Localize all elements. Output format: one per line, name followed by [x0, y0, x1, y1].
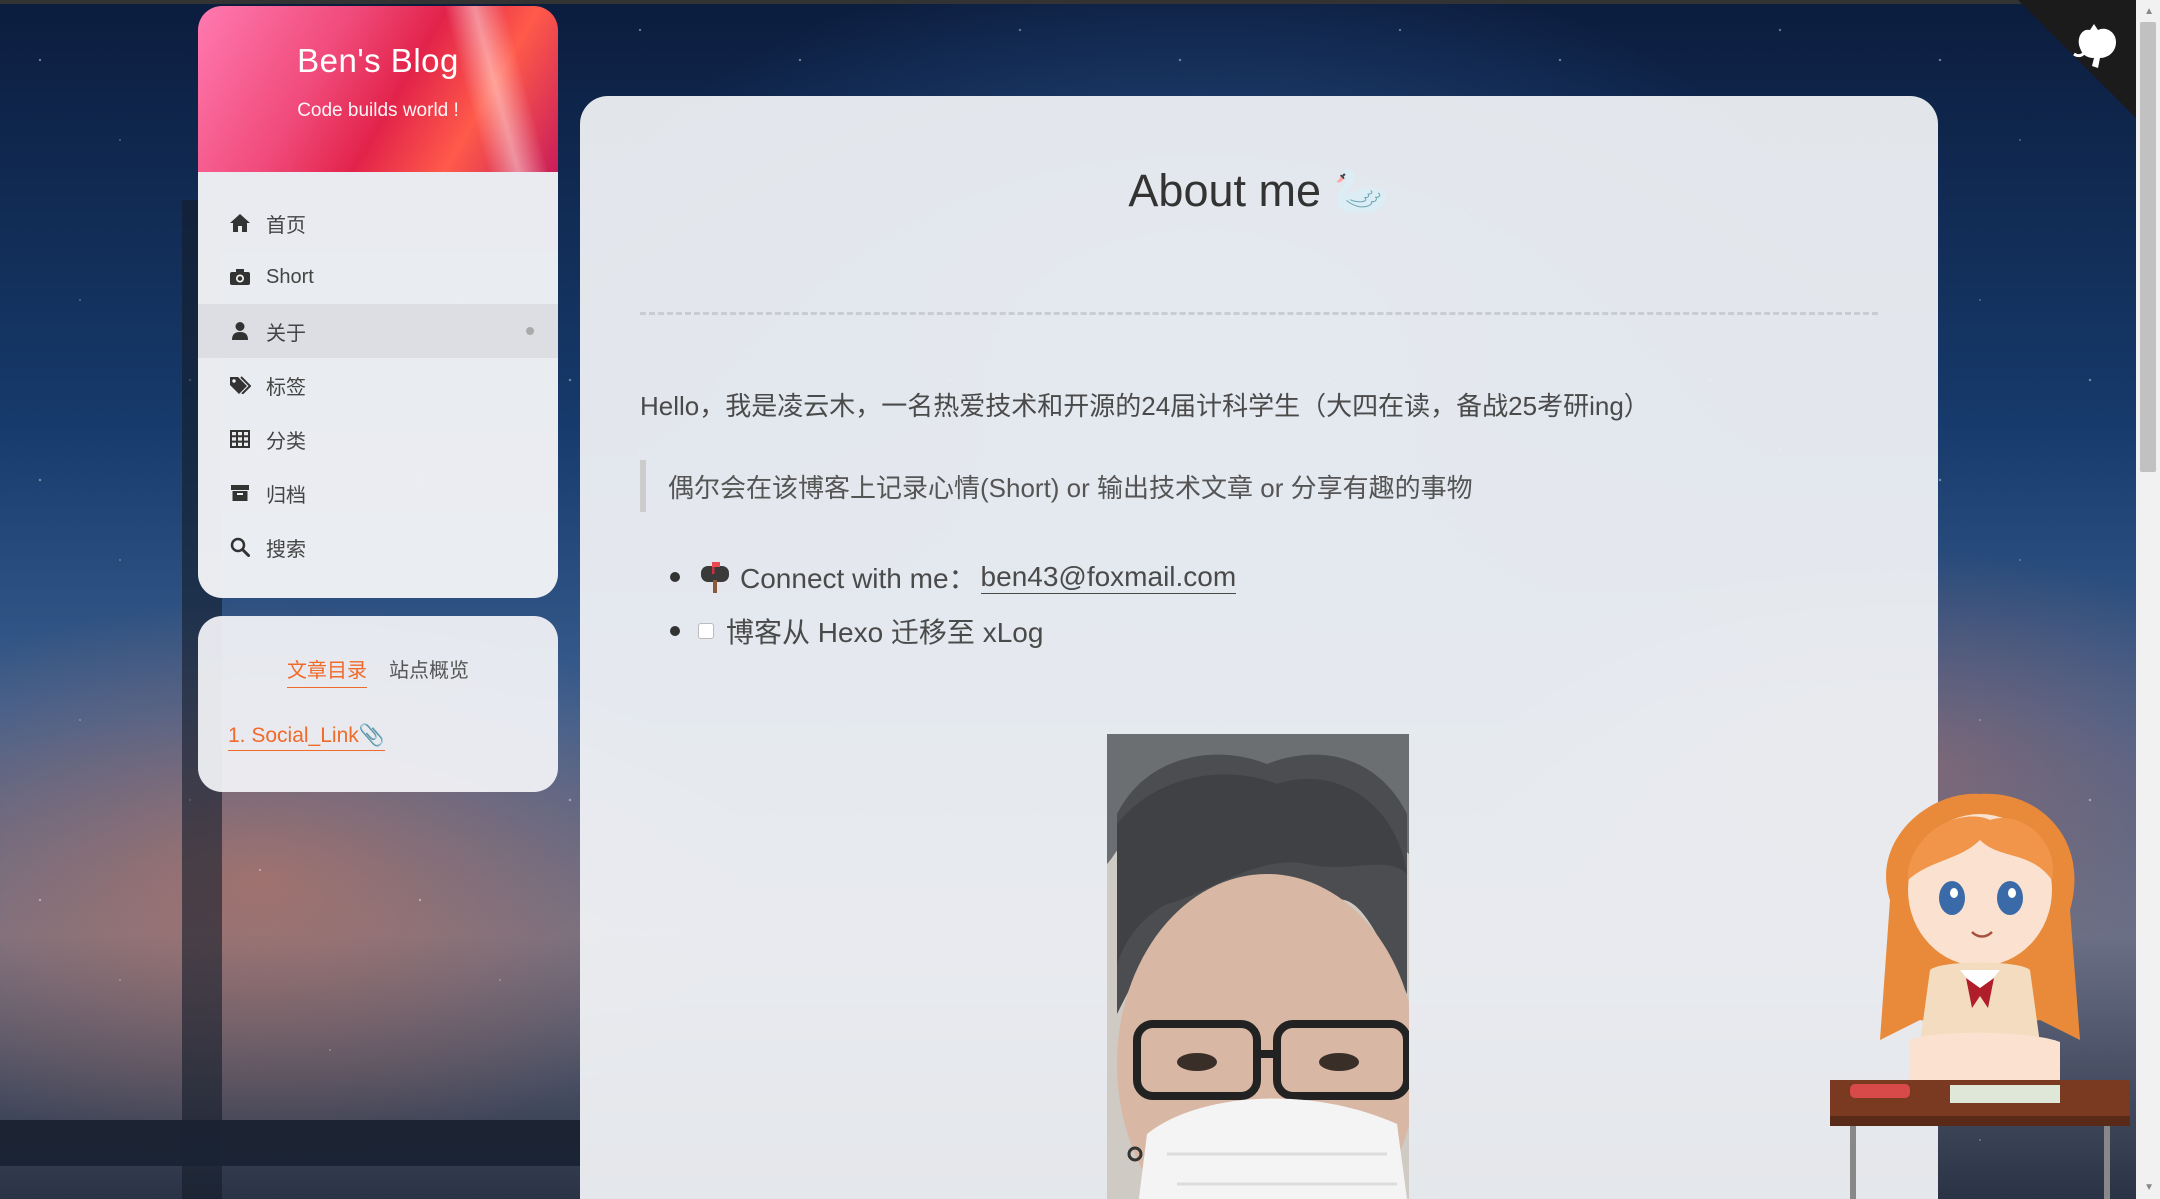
scroll-up-icon[interactable]: ▲ — [2144, 6, 2154, 17]
active-dot — [526, 327, 534, 335]
camera-icon — [228, 265, 252, 289]
search-icon — [228, 535, 252, 559]
mailbox-icon — [698, 560, 732, 594]
user-icon — [228, 319, 252, 343]
list-item: Connect with me： ben43@foxmail.com — [670, 550, 1237, 604]
site-brand[interactable]: Ben's Blog Code builds world ! — [198, 6, 558, 172]
todo-label: 博客从 Hexo 迁移至 xLog — [726, 617, 1044, 648]
tags-icon — [228, 373, 252, 397]
tab-toc[interactable]: 文章目录 — [287, 654, 367, 688]
sidebar-item-label: 归档 — [266, 484, 306, 507]
email-link[interactable]: ben43@foxmail.com — [980, 561, 1237, 594]
toc-tabs: 文章目录 站点概览 — [198, 654, 558, 688]
scrollbar-thumb[interactable] — [2140, 22, 2156, 472]
home-icon — [228, 211, 252, 235]
sidebar-item-label: 首页 — [266, 214, 306, 237]
site-title[interactable]: Ben's Blog — [198, 42, 558, 80]
sidebar-item-label: 标签 — [266, 376, 306, 399]
title-divider — [640, 312, 1878, 315]
sidebar-item-short[interactable]: Short — [198, 250, 558, 304]
sidebar-item-label: 分类 — [266, 430, 306, 453]
grid-icon — [228, 427, 252, 451]
intro-paragraph: Hello，我是凌云木，一名热爱技术和开源的24届计科学生（大四在读，备战25考… — [640, 391, 1650, 421]
live2d-mascot[interactable] — [1830, 780, 2140, 1199]
todo-checkbox[interactable] — [698, 623, 714, 639]
sidebar-item-archives[interactable]: 归档 — [198, 466, 558, 520]
list-item: 博客从 Hexo 迁移至 xLog — [670, 604, 1236, 658]
toc-link-social[interactable]: 1. Social_Link📎 — [228, 724, 385, 751]
background-floor — [0, 1120, 580, 1166]
sidebar-item-label: 关于 — [266, 322, 306, 345]
blockquote-text: 偶尔会在该博客上记录心情(Short) or 输出技术文章 or 分享有趣的事物 — [668, 472, 1473, 503]
post-title: About me 🦢 — [1128, 165, 1390, 216]
page-scrollbar[interactable]: ▲ ▼ — [2136, 0, 2160, 1199]
sidebar-item-label: Short — [266, 265, 314, 288]
sidebar-item-tags[interactable]: 标签 — [198, 358, 558, 412]
toc-panel: 文章目录 站点概览 1. Social_Link📎 — [198, 616, 558, 792]
connect-label: Connect with me： — [740, 563, 977, 594]
contact-list: Connect with me： ben43@foxmail.com 博客从 H… — [670, 550, 1237, 658]
github-cat-icon[interactable] — [2070, 18, 2124, 72]
post-card: About me 🦢 Hello，我是凌云木，一名热爱技术和开源的24届计科学生… — [580, 96, 1938, 1199]
sidebar-item-categories[interactable]: 分类 — [198, 412, 558, 466]
sidebar-item-home[interactable]: 首页 — [198, 196, 558, 250]
archive-icon — [228, 481, 252, 505]
sidebar-item-about[interactable]: 关于 — [198, 304, 558, 358]
sidebar-item-label: 搜索 — [266, 538, 306, 561]
scroll-down-icon[interactable]: ▼ — [2144, 1182, 2154, 1193]
author-photo — [1107, 734, 1409, 1199]
tab-overview[interactable]: 站点概览 — [389, 654, 469, 688]
site-subtitle: Code builds world ! — [297, 100, 459, 121]
sidebar-menu: 首页 Short 关于 标签 分类 归档 搜索 — [198, 172, 558, 598]
window-top-border — [0, 0, 2160, 4]
blockquote: 偶尔会在该博客上记录心情(Short) or 输出技术文章 or 分享有趣的事物 — [640, 460, 1473, 512]
sidebar-item-search[interactable]: 搜索 — [198, 520, 558, 574]
